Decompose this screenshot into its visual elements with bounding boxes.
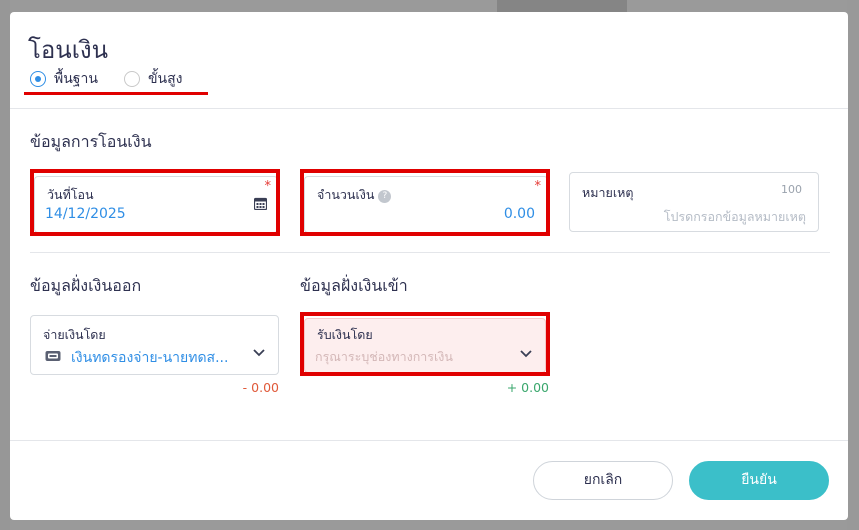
chevron-down-icon[interactable] (252, 348, 266, 358)
mode-advanced-radio[interactable] (123, 71, 140, 87)
background-topbar (497, 0, 627, 12)
background-sidebar (0, 0, 10, 530)
section-divider (30, 252, 830, 253)
mode-advanced-label[interactable]: ขั้นสูง (148, 68, 183, 90)
footer-divider (10, 440, 848, 441)
transfer-info-title: ข้อมูลการโอนเงิน (30, 132, 152, 151)
date-highlight-box (30, 169, 280, 236)
incoming-balance: + 0.00 (506, 380, 549, 395)
pay-by-select[interactable]: จ่ายเงินโดย เงินทดรองจ่าย-นายทดส... (30, 315, 279, 375)
note-field[interactable]: หมายเหตุ 100 โปรดกรอกข้อมูลหมายเหตุ (569, 172, 819, 232)
highlight-underline (24, 92, 208, 95)
wallet-icon (45, 351, 61, 361)
transfer-dialog: โอนเงิน พื้นฐาน ขั้นสูง ข้อมูลการโอนเงิน… (10, 12, 848, 520)
mode-basic-label[interactable]: พื้นฐาน (54, 68, 98, 90)
cancel-button[interactable]: ยกเลิก (533, 461, 673, 500)
pay-by-value[interactable]: เงินทดรองจ่าย-นายทดส... (71, 347, 253, 369)
pay-by-label: จ่ายเงินโดย (43, 327, 106, 342)
mode-basic-radio[interactable] (30, 71, 46, 87)
background-right-edge (847, 0, 859, 530)
confirm-button[interactable]: ยืนยัน (689, 461, 829, 500)
receive-highlight-box (300, 312, 550, 376)
mode-selector: พื้นฐาน ขั้นสูง (30, 68, 209, 90)
header-divider (10, 108, 848, 109)
note-label: หมายเหตุ (582, 185, 634, 200)
outgoing-balance: - 0.00 (242, 380, 279, 395)
note-placeholder[interactable]: โปรดกรอกข้อมูลหมายเหตุ (664, 207, 806, 227)
amount-highlight-box (300, 169, 550, 236)
note-max-length: 100 (781, 183, 802, 196)
incoming-section-title: ข้อมูลฝั่งเงินเข้า (300, 276, 408, 295)
dialog-title: โอนเงิน (28, 36, 109, 64)
outgoing-section-title: ข้อมูลฝั่งเงินออก (30, 276, 142, 295)
